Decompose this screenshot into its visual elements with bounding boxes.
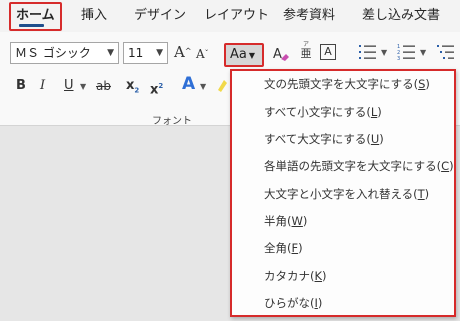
menu-item-lowercase[interactable]: すべて小文字にする(L) — [264, 101, 382, 123]
tab-references[interactable]: 参考資料 — [283, 0, 335, 32]
text-effects-button[interactable]: A — [182, 74, 196, 94]
bold-letter: B — [16, 78, 26, 93]
tab-home[interactable]: ホーム — [16, 0, 55, 32]
menu-item-label: 半角( — [264, 214, 292, 228]
change-case-label: Aa — [230, 47, 247, 62]
chevron-down-icon[interactable]: ▼ — [381, 48, 387, 57]
menu-item-paren: ) — [449, 159, 454, 173]
subscript-button[interactable]: x2 — [126, 78, 139, 99]
shrink-font-icon[interactable]: Aˇ — [196, 46, 209, 62]
menu-item-access-key: K — [314, 269, 323, 283]
change-case-button[interactable]: Aa ▼ — [224, 43, 264, 67]
menu-item-access-key: U — [370, 132, 380, 146]
highlight-color-icon[interactable] — [216, 78, 228, 94]
menu-item-uppercase[interactable]: すべて大文字にする(U) — [264, 128, 384, 150]
menu-item-label: 全角( — [264, 241, 292, 255]
font-size-combobox[interactable]: 11 ▼ — [123, 42, 168, 64]
menu-item-hiragana[interactable]: ひらがな(I) — [264, 292, 322, 314]
menu-item-capitalize-each-word[interactable]: 各単語の先頭文字を大文字にする(C) — [264, 155, 454, 177]
underline-letter: U — [64, 78, 74, 93]
chevron-down-icon: ▼ — [248, 51, 256, 60]
chevron-down-icon[interactable]: ▼ — [80, 82, 86, 91]
svg-text:3: 3 — [397, 56, 400, 61]
active-tab-indicator — [19, 24, 44, 27]
menu-item-paren: ) — [425, 77, 430, 91]
menu-item-half-width[interactable]: 半角(W) — [264, 210, 307, 232]
menu-item-paren: ) — [302, 214, 308, 228]
menu-item-paren: ) — [298, 241, 303, 255]
character-border-icon[interactable]: A — [320, 44, 336, 60]
phonetic-guide-icon[interactable]: ア 亜 — [298, 41, 314, 60]
bullets-icon[interactable] — [358, 43, 378, 61]
chevron-down-icon[interactable]: ▼ — [420, 48, 426, 57]
chevron-down-icon[interactable]: ▼ — [156, 43, 163, 63]
chevron-down-icon[interactable]: ▼ — [200, 82, 206, 91]
menu-item-label: 大文字と小文字を入れ替える( — [264, 187, 418, 201]
underline-button[interactable]: U — [64, 78, 74, 94]
menu-item-label: ひらがな( — [264, 296, 315, 310]
font-name-combobox[interactable]: ＭＳ ゴシック ▼ — [10, 42, 119, 64]
subscript-mark: 2 — [134, 86, 140, 95]
change-case-menu: 文の先頭文字を大文字にする(S) すべて小文字にする(L) すべて大文字にする(… — [230, 69, 456, 317]
font-name-value: ＭＳ ゴシック — [15, 46, 91, 60]
shrink-font-letter: A — [196, 47, 205, 61]
grow-font-letter: A — [174, 43, 185, 61]
text-effects-letter: A — [182, 74, 196, 94]
menu-item-access-key: W — [291, 214, 303, 228]
clear-formatting-icon[interactable]: A — [272, 45, 289, 63]
numbering-icon[interactable]: 1 2 3 — [397, 43, 417, 62]
font-size-value: 11 — [128, 46, 144, 60]
menu-item-paren: ) — [377, 105, 382, 119]
menu-item-label: カタカナ( — [264, 269, 315, 283]
grow-font-icon[interactable]: A^ — [174, 44, 192, 60]
italic-button[interactable]: I — [40, 78, 45, 94]
character-border-letter: A — [324, 45, 332, 58]
menu-item-paren: ) — [317, 296, 323, 310]
menu-item-label: 各単語の先頭文字を大文字にする( — [264, 159, 442, 173]
superscript-button[interactable]: x2 — [150, 78, 163, 98]
tab-mailings[interactable]: 差し込み文書 — [362, 0, 440, 32]
menu-item-paren: ) — [379, 132, 384, 146]
word-window: ホーム 挿入 デザイン レイアウト 参考資料 差し込み文書 ＭＳ ゴシック ▼ … — [0, 0, 460, 321]
tab-design[interactable]: デザイン — [134, 0, 186, 32]
multilevel-list-icon[interactable] — [436, 43, 456, 61]
menu-item-paren: ) — [424, 187, 430, 201]
tab-insert[interactable]: 挿入 — [81, 0, 107, 32]
phonetic-guide-letter: 亜 — [300, 47, 312, 60]
superscript-mark: 2 — [158, 82, 164, 90]
menu-item-access-key: C — [441, 159, 450, 173]
tab-layout[interactable]: レイアウト — [204, 0, 269, 32]
strikethrough-button[interactable]: ab — [96, 78, 111, 94]
ribbon-tab-bar: ホーム 挿入 デザイン レイアウト 参考資料 差し込み文書 — [0, 0, 460, 32]
menu-item-label: すべて大文字にする( — [264, 132, 371, 146]
menu-item-katakana[interactable]: カタカナ(K) — [264, 265, 327, 287]
menu-item-paren: ) — [322, 269, 327, 283]
svg-text:A: A — [273, 47, 282, 62]
chevron-down-icon[interactable]: ▼ — [107, 43, 114, 63]
menu-item-full-width[interactable]: 全角(F) — [264, 237, 303, 259]
strikethrough-letters: ab — [96, 79, 111, 93]
menu-item-toggle-case[interactable]: 大文字と小文字を入れ替える(T) — [264, 183, 429, 205]
bold-button[interactable]: B — [16, 78, 26, 94]
menu-item-sentence-case[interactable]: 文の先頭文字を大文字にする(S) — [264, 73, 430, 95]
menu-item-label: 文の先頭文字を大文字にする( — [264, 77, 419, 91]
menu-item-access-key: T — [417, 187, 425, 201]
menu-item-label: すべて小文字にする( — [264, 105, 371, 119]
font-group-label: フォント — [152, 116, 192, 127]
italic-letter: I — [40, 78, 46, 93]
